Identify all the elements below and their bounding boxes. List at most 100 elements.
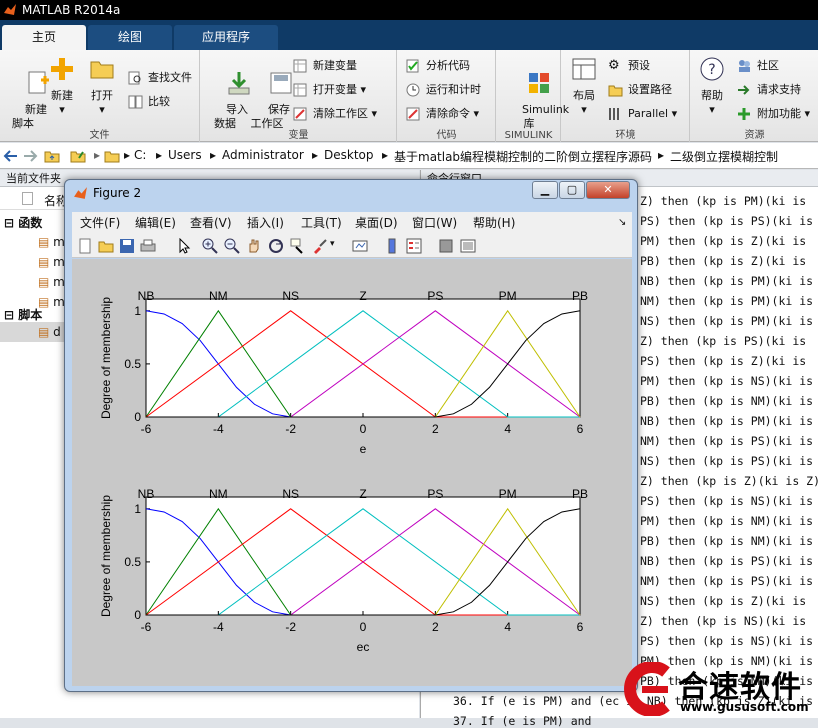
- clear-commands-label: 清除命令: [426, 107, 470, 120]
- set-path-label: 设置路径: [628, 83, 672, 96]
- rotate-3d-icon[interactable]: [268, 238, 284, 254]
- analyze-code-button[interactable]: 分析代码: [406, 56, 470, 76]
- show-plot-tools-icon[interactable]: [460, 238, 476, 254]
- figure-window[interactable]: Figure 2 ▁ ▢ ✕ 文件(F) 编辑(E) 查看(V) 插入(I) 工…: [64, 179, 638, 692]
- print-icon[interactable]: [140, 238, 156, 254]
- close-button[interactable]: ✕: [586, 181, 630, 199]
- breadcrumb-users[interactable]: Users: [168, 148, 202, 162]
- series-label-Z: Z: [359, 289, 366, 303]
- save-icon[interactable]: [119, 238, 135, 254]
- find-files-button[interactable]: 查找文件: [128, 68, 192, 88]
- hide-plot-tools-icon[interactable]: [438, 238, 454, 254]
- new-variable-button[interactable]: 新建变量: [293, 56, 357, 76]
- menu-window[interactable]: 窗口(W): [412, 212, 457, 234]
- breadcrumb-current-folder[interactable]: 二级倒立摆模糊控制: [670, 148, 778, 165]
- help-label: 帮助: [701, 89, 723, 102]
- figure-title: Figure 2: [93, 186, 142, 200]
- menu-tools[interactable]: 工具(T): [301, 212, 342, 234]
- figure-canvas[interactable]: -6 -4 -2 0 2 4 6 0 0.5 1 NB NM NS Z PS PM PB e Degree of m…: [72, 259, 632, 686]
- legend-icon[interactable]: [406, 238, 422, 254]
- dock-arrow-icon[interactable]: ↘: [618, 212, 626, 234]
- breadcrumb-project-folder[interactable]: 基于matlab编程模糊控制的二阶倒立摆程序源码: [394, 148, 652, 165]
- add-ons-button[interactable]: 附加功能 ▾: [737, 104, 810, 124]
- group-functions[interactable]: ⊟ 函数: [4, 214, 42, 231]
- maximize-icon: ▢: [566, 183, 578, 196]
- run-and-time-button[interactable]: 运行和计时: [406, 80, 481, 100]
- x-tick-label: 4: [504, 620, 511, 634]
- chevron-down-icon[interactable]: ▾: [330, 239, 335, 249]
- y-tick-label: 0: [134, 608, 141, 622]
- parallel-button[interactable]: Parallel ▾: [608, 104, 677, 124]
- folder-open-icon: [90, 61, 114, 79]
- data-cursor-icon[interactable]: [290, 238, 306, 254]
- menu-help[interactable]: 帮助(H): [473, 212, 515, 234]
- analyze-code-icon: [406, 59, 419, 73]
- tab-home[interactable]: 主页: [2, 25, 86, 50]
- clear-workspace-button[interactable]: 清除工作区 ▾: [293, 104, 377, 124]
- set-path-icon: [608, 85, 623, 97]
- list-item[interactable]: ▤ m: [38, 252, 65, 272]
- clear-workspace-icon: [293, 107, 307, 121]
- x-tick-label: 6: [577, 620, 584, 634]
- find-files-label: 查找文件: [148, 71, 192, 84]
- group-scripts[interactable]: ⊟ 脚本: [4, 306, 42, 323]
- breadcrumb-administrator[interactable]: Administrator: [222, 148, 304, 162]
- x-tick-label: -6: [141, 422, 152, 436]
- request-support-button[interactable]: 请求支持: [737, 80, 801, 100]
- x-axis-label: ec: [357, 640, 370, 654]
- x-axis-label: e: [360, 442, 367, 456]
- community-button[interactable]: 社区: [737, 56, 779, 76]
- membership-plots[interactable]: -6 -4 -2 0 2 4 600.51NB NM NS Z PS PM PBeDegree of m…: [72, 259, 632, 686]
- pointer-icon[interactable]: [176, 238, 192, 254]
- zoom-in-icon[interactable]: [202, 238, 218, 254]
- command-output-line: PS) then (kp is Z)(ki is: [640, 354, 807, 368]
- series-label-NS: NS: [282, 487, 299, 501]
- breadcrumb-drive[interactable]: C:: [134, 148, 146, 162]
- run-and-time-label: 运行和计时: [426, 83, 481, 96]
- tab-apps[interactable]: 应用程序: [174, 25, 278, 50]
- forward-arrow-icon[interactable]: [22, 148, 38, 164]
- list-item[interactable]: ▤ m: [38, 232, 65, 252]
- chevron-down-icon: ▾: [709, 103, 715, 116]
- maximize-button[interactable]: ▢: [559, 181, 585, 199]
- preferences-label: 预设: [628, 59, 650, 72]
- colorbar-icon[interactable]: [384, 238, 400, 254]
- new-figure-icon[interactable]: [77, 238, 93, 254]
- y-tick-label: 0: [134, 410, 141, 424]
- menu-edit[interactable]: 编辑(E): [135, 212, 176, 234]
- menu-file[interactable]: 文件(F): [80, 212, 120, 234]
- list-item[interactable]: ▤ m: [38, 272, 65, 292]
- open-variable-button[interactable]: 打开变量 ▾: [293, 80, 366, 100]
- new-button[interactable]: 新建 ▾: [44, 56, 80, 117]
- layout-label: 布局: [573, 89, 595, 102]
- zoom-out-icon[interactable]: [224, 238, 240, 254]
- pan-hand-icon[interactable]: [246, 238, 262, 254]
- menu-insert[interactable]: 插入(I): [247, 212, 284, 234]
- ribbon-group-code: 分析代码 运行和计时 清除命令 ▾ 代码: [398, 50, 496, 142]
- up-folder-icon[interactable]: [44, 148, 60, 164]
- preferences-button[interactable]: ⚙ 预设: [608, 56, 650, 76]
- browse-folder-icon[interactable]: [70, 148, 86, 164]
- open-button[interactable]: 打开 ▾: [84, 56, 120, 117]
- link-plot-icon[interactable]: [352, 238, 368, 254]
- compare-button[interactable]: 比较: [128, 92, 170, 112]
- community-icon: [739, 60, 750, 72]
- command-output-line: PB) then (kp is NM)(ki is: [640, 394, 814, 408]
- close-icon: ✕: [603, 183, 613, 196]
- menu-desktop[interactable]: 桌面(D): [355, 212, 398, 234]
- x-tick-label: 0: [360, 620, 367, 634]
- help-button[interactable]: ? 帮助 ▾: [695, 56, 729, 117]
- breadcrumb-desktop[interactable]: Desktop: [324, 148, 374, 162]
- open-file-icon[interactable]: [98, 238, 114, 254]
- series-label-PB: PB: [572, 487, 588, 501]
- brush-icon[interactable]: [312, 238, 328, 254]
- tab-plots[interactable]: 绘图: [88, 25, 172, 50]
- layout-button[interactable]: 布局 ▾: [566, 56, 602, 117]
- x-tick-label: -2: [285, 620, 296, 634]
- m-file-icon: ▤: [38, 325, 50, 339]
- minimize-button[interactable]: ▁: [532, 181, 558, 199]
- set-path-button[interactable]: 设置路径: [608, 80, 672, 100]
- menu-view[interactable]: 查看(V): [190, 212, 232, 234]
- back-arrow-icon[interactable]: [3, 148, 19, 164]
- clear-commands-button[interactable]: 清除命令 ▾: [406, 104, 479, 124]
